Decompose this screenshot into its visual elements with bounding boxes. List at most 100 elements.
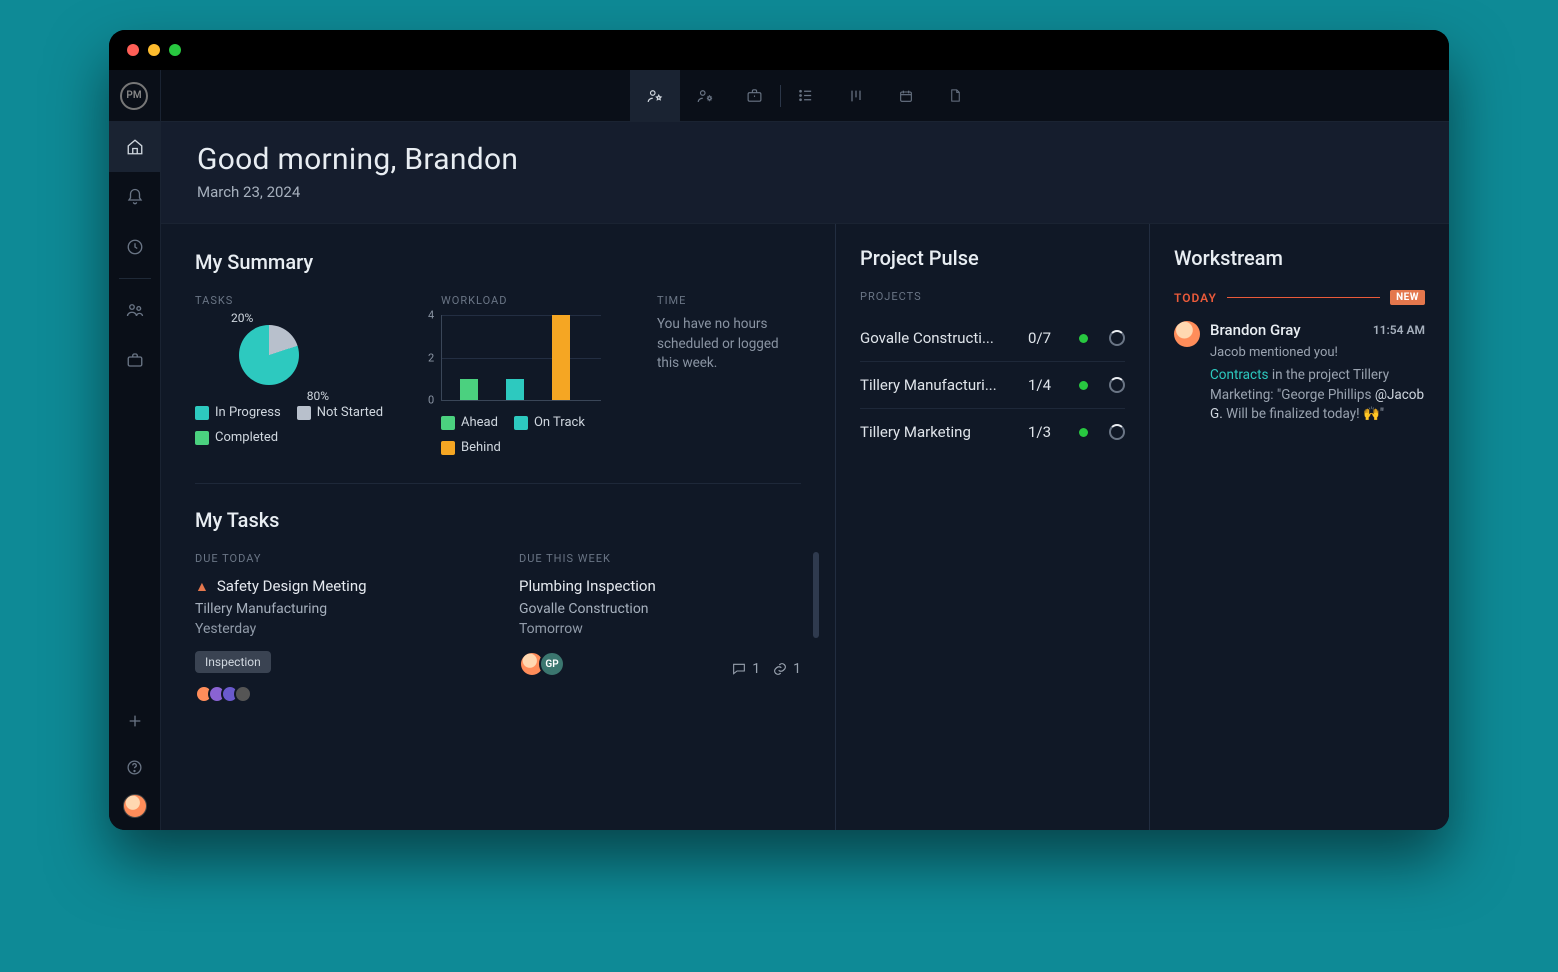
clock-icon (126, 238, 144, 256)
due-today-column: DUE TODAY ▲ Safety Design Meeting Tiller… (195, 552, 477, 703)
feed-link[interactable]: Contracts (1210, 367, 1268, 383)
project-row[interactable]: Tillery Marketing 1/3 (860, 409, 1125, 455)
status-dot-icon (1079, 428, 1088, 437)
task-project: Govalle Construction (519, 601, 801, 617)
project-name: Govalle Constructi... (860, 329, 1005, 347)
feed-item[interactable]: Brandon Gray 11:54 AM Jacob mentioned yo… (1174, 321, 1425, 425)
sidebar-help-button[interactable] (109, 748, 161, 786)
legend-in-progress: In Progress (215, 405, 281, 420)
window-titlebar (109, 30, 1449, 70)
scrollbar-thumb[interactable] (813, 552, 819, 638)
calendar-icon (898, 88, 914, 104)
page-header: Good morning, Brandon March 23, 2024 (161, 122, 1449, 224)
page-date: March 23, 2024 (197, 183, 1449, 201)
new-badge: NEW (1390, 290, 1425, 305)
top-nav (161, 70, 1449, 122)
main-content: Good morning, Brandon March 23, 2024 My … (161, 70, 1449, 830)
feed-subtitle: Jacob mentioned you! (1210, 345, 1425, 360)
file-icon (948, 87, 963, 104)
summary-workload-panel: WORKLOAD 4 2 0 (441, 294, 621, 455)
topnav-tab-calendar[interactable] (881, 70, 931, 121)
workstream-today-divider: TODAY NEW (1174, 290, 1425, 305)
feed-author: Brandon Gray (1210, 321, 1301, 339)
list-icon (797, 87, 814, 104)
time-label: TIME (657, 294, 801, 307)
workload-label: WORKLOAD (441, 294, 621, 307)
topnav-tab-list[interactable] (781, 70, 831, 121)
task-project: Tillery Manufacturing (195, 601, 477, 617)
topnav-tab-briefcase[interactable] (730, 70, 780, 121)
loading-spinner-icon (1109, 377, 1125, 393)
sidebar-divider (119, 278, 151, 279)
plus-icon (127, 713, 143, 729)
task-item[interactable]: ▲ Safety Design Meeting Tillery Manufact… (195, 577, 477, 703)
feed-avatar (1174, 321, 1200, 347)
topnav-tab-settings[interactable] (680, 70, 730, 121)
app-window: PM (109, 30, 1449, 830)
ytick-0: 0 (428, 394, 434, 407)
sidebar-add-button[interactable] (109, 702, 161, 740)
bar-behind (552, 315, 570, 400)
topnav-tab-file[interactable] (931, 70, 981, 121)
today-label: TODAY (1174, 291, 1217, 305)
app-logo[interactable]: PM (109, 70, 161, 122)
sidebar: PM (109, 70, 161, 830)
due-week-label: DUE THIS WEEK (519, 552, 801, 565)
person-gear-icon (696, 87, 714, 105)
task-assignees: GP (519, 651, 565, 677)
tasks-pie-chart: 20% 80% (229, 315, 309, 395)
legend-on-track: On Track (534, 415, 585, 430)
status-dot-icon (1079, 381, 1088, 390)
workload-bar-chart: 4 2 0 (441, 315, 601, 401)
feed-message: Contracts in the project Tillery Marketi… (1210, 366, 1425, 425)
warning-icon: ▲ (195, 578, 209, 595)
bell-icon (126, 188, 144, 206)
project-name: Tillery Manufacturi... (860, 376, 1005, 394)
app-logo-text: PM (120, 82, 148, 110)
project-count: 1/4 (1028, 376, 1064, 394)
sidebar-item-home[interactable] (109, 122, 161, 172)
project-name: Tillery Marketing (860, 423, 1005, 441)
home-icon (126, 138, 144, 156)
task-item[interactable]: Plumbing Inspection Govalle Construction… (519, 577, 801, 677)
feed-time: 11:54 AM (1373, 323, 1425, 337)
sidebar-item-projects[interactable] (109, 335, 161, 385)
topnav-tab-board[interactable] (831, 70, 881, 121)
tasks-label: TASKS (195, 294, 405, 307)
ytick-4: 4 (428, 309, 434, 322)
summary-time-panel: TIME You have no hours scheduled or logg… (657, 294, 801, 455)
bar-ahead (460, 379, 478, 400)
task-title: Plumbing Inspection (519, 577, 656, 595)
section-divider (195, 483, 801, 484)
project-pulse-title: Project Pulse (860, 246, 1125, 270)
time-text: You have no hours scheduled or logged th… (657, 315, 801, 374)
project-row[interactable]: Govalle Constructi... 0/7 (860, 315, 1125, 362)
sidebar-item-recent[interactable] (109, 222, 161, 272)
due-week-column: DUE THIS WEEK Plumbing Inspection Govall… (519, 552, 801, 703)
status-dot-icon (1079, 334, 1088, 343)
project-count: 0/7 (1028, 329, 1064, 347)
window-zoom-icon[interactable] (169, 44, 181, 56)
legend-not-started: Not Started (317, 405, 383, 420)
sidebar-item-team[interactable] (109, 285, 161, 335)
my-summary-title: My Summary (195, 250, 801, 274)
task-when: Tomorrow (519, 621, 801, 637)
legend-ahead: Ahead (461, 415, 498, 430)
sidebar-item-notifications[interactable] (109, 172, 161, 222)
tasks-pct-not-started: 20% (231, 311, 253, 325)
legend-behind: Behind (461, 440, 501, 455)
briefcase-icon (746, 87, 763, 104)
briefcase-icon (126, 351, 144, 369)
sidebar-user-avatar[interactable] (123, 794, 147, 818)
window-close-icon[interactable] (127, 44, 139, 56)
task-tag[interactable]: Inspection (195, 651, 271, 673)
page-greeting: Good morning, Brandon (197, 142, 1449, 177)
loading-spinner-icon (1109, 330, 1125, 346)
workstream-title: Workstream (1174, 246, 1425, 270)
bar-on-track (506, 379, 524, 400)
project-row[interactable]: Tillery Manufacturi... 1/4 (860, 362, 1125, 409)
loading-spinner-icon (1109, 424, 1125, 440)
topnav-tab-my-work[interactable] (630, 70, 680, 121)
window-minimize-icon[interactable] (148, 44, 160, 56)
ytick-2: 2 (428, 351, 434, 364)
